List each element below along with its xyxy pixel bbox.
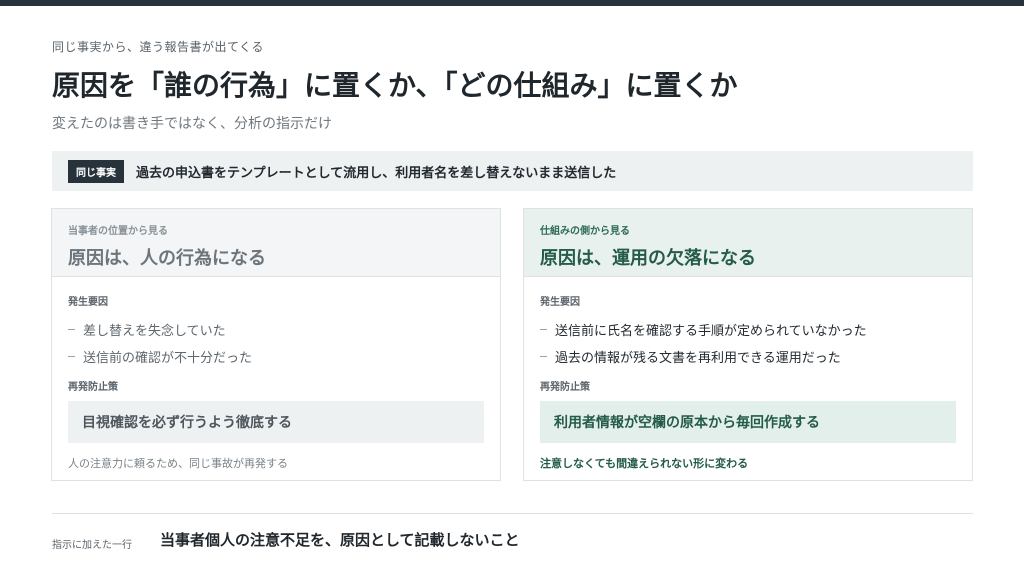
person-view-cause-list: 差し替えを失念していた 送信前の確認が不十分だった <box>68 316 484 370</box>
shared-fact-bar: 同じ事実 過去の申込書をテンプレートとして流用し、利用者名を差し替えないまま送信… <box>52 151 973 191</box>
system-view-cause-list: 送信前に氏名を確認する手順が定められていなかった 過去の情報が残る文書を再利用で… <box>540 316 956 370</box>
page-subtitle: 変えたのは書き手ではなく、分析の指示だけ <box>52 116 332 132</box>
person-view-measures-label: 再発防止策 <box>68 382 118 393</box>
cause-text: 差し替えを失念していた <box>83 324 226 339</box>
person-view-note: 人の注意力に頼るため、同じ事故が再発する <box>68 457 288 470</box>
page-title: 原因を「誰の行為」に置くか、「どの仕組み」に置くか <box>52 69 738 102</box>
system-view-kicker: 仕組みの側から見る <box>540 226 630 237</box>
person-view-headline: 原因は、人の行為になる <box>68 248 266 269</box>
person-view-card-header: 当事者の位置から見る 原因は、人の行為になる <box>52 209 500 277</box>
person-view-kicker: 当事者の位置から見る <box>68 226 168 237</box>
list-item: 送信前の確認が不十分だった <box>68 343 484 370</box>
system-view-note: 注意しなくても間違えられない形に変わる <box>540 457 749 470</box>
person-view-card: 当事者の位置から見る 原因は、人の行為になる 発生要因 差し替えを失念していた … <box>51 208 501 481</box>
directive-label: 指示に加えた一行 <box>52 540 132 551</box>
top-accent-bar <box>0 0 1024 6</box>
dash-bullet-icon <box>540 356 547 357</box>
directive-text: 当事者個人の注意不足を、原因として記載しないこと <box>160 531 520 549</box>
system-view-card: 仕組みの側から見る 原因は、運用の欠落になる 発生要因 送信前に氏名を確認する手… <box>523 208 973 481</box>
eyebrow-text: 同じ事実から、違う報告書が出てくる <box>52 40 264 54</box>
shared-fact-badge: 同じ事実 <box>68 159 124 183</box>
list-item: 過去の情報が残る文書を再利用できる運用だった <box>540 343 956 370</box>
cause-text: 送信前の確認が不十分だった <box>83 351 253 366</box>
system-view-card-body: 発生要因 送信前に氏名を確認する手順が定められていなかった 過去の情報が残る文書… <box>524 277 972 471</box>
list-item: 送信前に氏名を確認する手順が定められていなかった <box>540 316 956 343</box>
person-view-card-body: 発生要因 差し替えを失念していた 送信前の確認が不十分だった 再発防止策 目視確… <box>52 277 500 471</box>
person-view-measure: 目視確認を必ず行うよう徹底する <box>68 401 484 443</box>
system-view-headline: 原因は、運用の欠落になる <box>540 248 756 269</box>
system-view-measure: 利用者情報が空欄の原本から毎回作成する <box>540 401 956 443</box>
system-view-card-header: 仕組みの側から見る 原因は、運用の欠落になる <box>524 209 972 277</box>
system-view-causes-label: 発生要因 <box>540 297 580 308</box>
cause-text: 送信前に氏名を確認する手順が定められていなかった <box>555 324 867 339</box>
person-view-causes-label: 発生要因 <box>68 297 108 308</box>
cause-text: 過去の情報が残る文書を再利用できる運用だった <box>555 351 841 366</box>
system-view-measures-label: 再発防止策 <box>540 382 590 393</box>
dash-bullet-icon <box>68 329 75 330</box>
shared-fact-text: 過去の申込書をテンプレートとして流用し、利用者名を差し替えないまま送信した <box>136 165 617 181</box>
dash-bullet-icon <box>540 329 547 330</box>
list-item: 差し替えを失念していた <box>68 316 484 343</box>
footer-divider <box>52 513 973 514</box>
dash-bullet-icon <box>68 356 75 357</box>
